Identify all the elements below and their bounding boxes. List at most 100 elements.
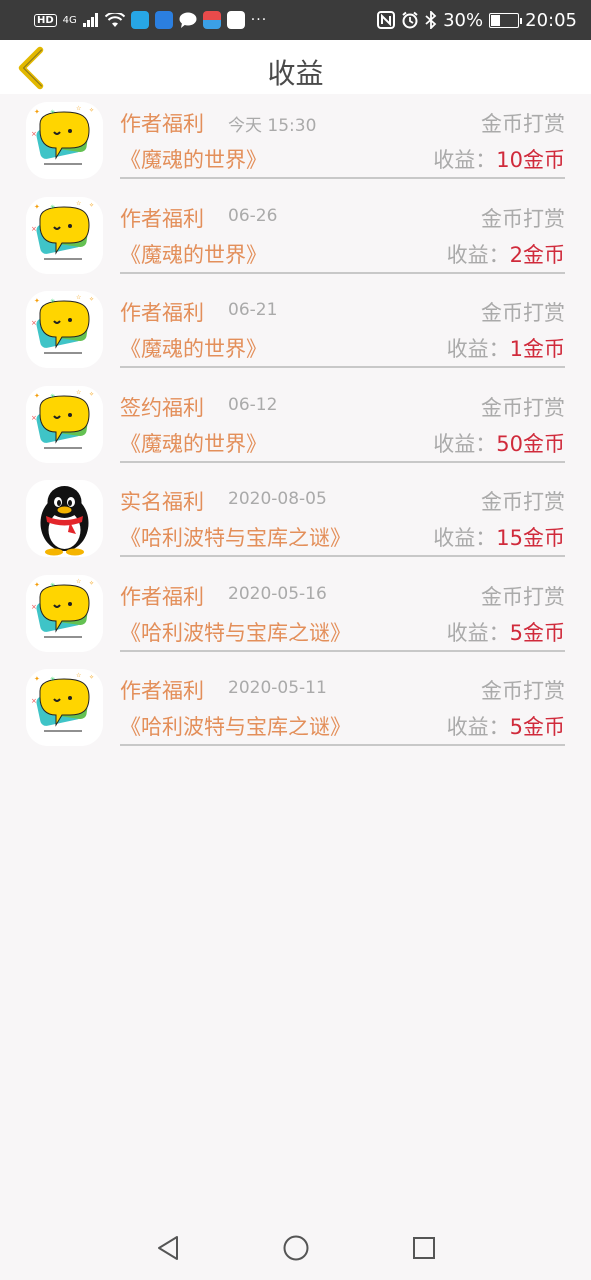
earning-value: 2金币 [509, 242, 565, 267]
svg-text:✦: ✦ [34, 108, 40, 116]
svg-text:×: × [31, 225, 37, 233]
svg-text:✧: ✧ [89, 391, 94, 398]
reward-date: 2020-05-11 [228, 678, 327, 698]
reward-category: 金币打赏 [481, 301, 565, 325]
list-item[interactable]: ✦ ☆ ✧ × ✳ 作者福利 2020-05-16 金币打赏 《哈利波特与宝库之谜》 收… [0, 567, 591, 662]
reward-type: 作者福利 [120, 206, 204, 231]
earning-amount: 收益：15金币 [433, 522, 565, 552]
reward-type: 签约福利 [120, 395, 204, 420]
status-right: 30% 20:05 [377, 10, 577, 31]
svg-text:✧: ✧ [89, 674, 94, 681]
alarm-icon [402, 11, 418, 29]
chat-bubble-icon [179, 12, 197, 28]
item-info: 作者福利 今天 15:30 金币打赏 《魔魂的世界》 收益：10金币 [120, 94, 565, 179]
svg-text:☆: ☆ [76, 578, 81, 585]
svg-text:×: × [31, 414, 37, 422]
circle-home-icon [283, 1235, 308, 1261]
earning-label: 收益： [446, 715, 510, 739]
yellow-chat-icon: ✦ ☆ ✧ × ✳ [26, 385, 103, 463]
svg-text:✦: ✦ [34, 581, 40, 589]
svg-text:☆: ☆ [76, 200, 81, 207]
svg-text:✦: ✦ [34, 392, 40, 400]
svg-text:☆: ☆ [76, 294, 81, 301]
svg-text:✳: ✳ [50, 109, 55, 116]
svg-text:✦: ✦ [34, 297, 40, 305]
nav-recents-button[interactable] [409, 1233, 439, 1263]
svg-text:✳: ✳ [50, 204, 55, 211]
earning-label: 收益： [446, 337, 510, 361]
earning-amount: 收益：10金币 [433, 144, 565, 174]
svg-text:×: × [31, 319, 37, 327]
book-title: 《哈利波特与宝库之谜》 [120, 526, 351, 550]
item-info: 实名福利 2020-08-05 金币打赏 《哈利波特与宝库之谜》 收益：15金币 [120, 472, 565, 557]
reward-type: 作者福利 [120, 679, 204, 703]
reward-type: 作者福利 [120, 301, 204, 325]
qq-penguin-icon [26, 480, 103, 557]
yellow-chat-icon: ✦ ☆ ✧ × ✳ [26, 669, 103, 746]
svg-text:☆: ☆ [76, 672, 81, 679]
earning-label: 收益： [433, 148, 497, 172]
earning-value: 5金币 [509, 715, 565, 739]
svg-text:✳: ✳ [50, 582, 55, 589]
top-bar: 收益 [0, 40, 591, 94]
reward-date: 2020-05-16 [228, 583, 327, 604]
earning-amount: 收益：1金币 [447, 333, 565, 363]
nav-home-button[interactable] [281, 1233, 311, 1263]
bluetooth-icon [425, 11, 437, 29]
item-info: 作者福利 06-26 金币打赏 《魔魂的世界》 收益：2金币 [120, 189, 565, 274]
yellow-chat-icon: ✦ ☆ ✧ × ✳ [26, 196, 103, 274]
svg-text:✳: ✳ [50, 676, 55, 683]
earning-amount: 收益：50金币 [433, 428, 565, 458]
square-recents-icon [412, 1237, 435, 1259]
nav-back-button[interactable] [153, 1233, 183, 1263]
book-title: 《哈利波特与宝库之谜》 [120, 715, 351, 739]
svg-text:×: × [31, 130, 37, 138]
list-item[interactable]: ✦ ☆ ✧ × ✳ 签约福利 06-12 金币打赏 《魔魂的世界》 收益：50金币 [0, 378, 591, 473]
app-notification-icon [202, 11, 221, 29]
more-notifications-dots: ··· [250, 12, 268, 28]
earning-value: 5金币 [509, 620, 565, 645]
item-info: 作者福利 06-21 金币打赏 《魔魂的世界》 收益：1金币 [120, 283, 565, 368]
book-title: 《魔魂的世界》 [120, 242, 267, 267]
svg-text:✳: ✳ [50, 298, 55, 305]
app-notification-icon [154, 11, 173, 29]
nfc-icon [377, 11, 396, 29]
earning-value: 1金币 [509, 337, 565, 361]
list-item[interactable]: 实名福利 2020-08-05 金币打赏 《哈利波特与宝库之谜》 收益：15金币 [0, 472, 591, 567]
page-title: 收益 [267, 57, 324, 90]
reward-date: 06-26 [228, 205, 278, 226]
yellow-chat-icon: ✦ ☆ ✧ × ✳ [26, 574, 103, 652]
list-item[interactable]: ✦ ☆ ✧ × ✳ 作者福利 06-26 金币打赏 《魔魂的世界》 收益：2金币 [0, 189, 591, 284]
battery-icon [489, 12, 523, 28]
earning-amount: 收益：5金币 [447, 617, 565, 647]
earning-amount: 收益：2金币 [447, 239, 565, 269]
book-title: 《魔魂的世界》 [120, 148, 267, 172]
signal-bars-icon [82, 13, 98, 27]
wifi-icon [104, 12, 125, 27]
svg-text:✦: ✦ [34, 203, 40, 211]
earning-value: 15金币 [496, 526, 565, 550]
svg-text:☆: ☆ [76, 105, 81, 112]
svg-text:✧: ✧ [89, 580, 94, 587]
hd-badge: HD [34, 13, 57, 27]
earning-label: 收益： [433, 526, 497, 550]
svg-text:×: × [31, 697, 37, 705]
svg-text:✧: ✧ [89, 107, 94, 114]
battery-percent: 30% [443, 9, 484, 31]
reward-category: 金币打赏 [481, 679, 565, 703]
list-item[interactable]: ✦ ☆ ✧ × ✳ 作者福利 06-21 金币打赏 《魔魂的世界》 收益：1金币 [0, 283, 591, 378]
item-info: 签约福利 06-12 金币打赏 《魔魂的世界》 收益：50金币 [120, 378, 565, 463]
list-item[interactable]: ✦ ☆ ✧ × ✳ 作者福利 今天 15:30 金币打赏 《魔魂的世界》 收益：10金币 [0, 94, 591, 189]
reward-date: 06-12 [228, 394, 278, 415]
earning-value: 50金币 [496, 431, 565, 456]
reward-date: 2020-08-05 [228, 489, 327, 509]
book-title: 《魔魂的世界》 [120, 337, 267, 361]
reward-type: 实名福利 [120, 490, 204, 514]
item-info: 作者福利 2020-05-11 金币打赏《哈利波特与宝库之谜》 收益：5金币 [120, 661, 565, 746]
reward-category: 金币打赏 [481, 395, 565, 420]
list-item[interactable]: ✦ ☆ ✧ × ✳ 作者福利 2020-05-11 金币打赏《哈利波特与宝库之谜》 收… [0, 661, 591, 756]
earning-amount: 收益：5金币 [447, 711, 565, 741]
svg-text:✧: ✧ [89, 296, 94, 303]
book-title: 《哈利波特与宝库之谜》 [120, 620, 351, 645]
earning-label: 收益： [433, 431, 497, 456]
